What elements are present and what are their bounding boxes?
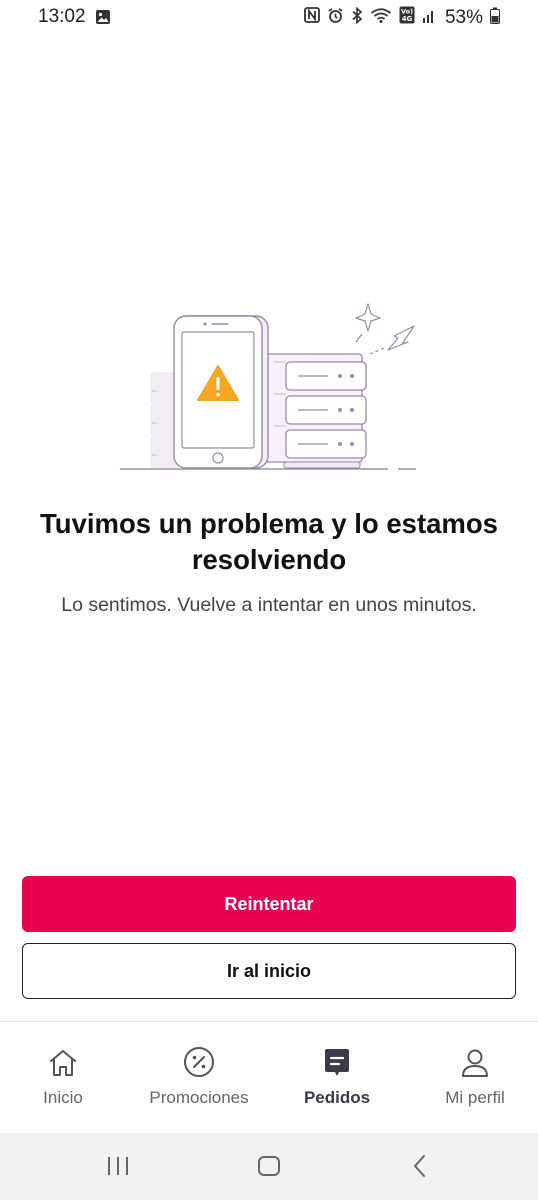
nfc-icon: [304, 7, 320, 28]
go-home-button[interactable]: Ir al inicio: [22, 943, 516, 999]
status-time: 13:02: [38, 6, 86, 27]
error-message: Lo sentimos. Vuelve a intentar en unos m…: [61, 594, 477, 616]
svg-text:4G: 4G: [402, 15, 413, 23]
gallery-icon: [95, 9, 111, 30]
nav-item-inicio[interactable]: Inicio: [0, 1044, 130, 1108]
nav-item-mi-perfil[interactable]: Mi perfil: [408, 1044, 538, 1108]
error-title: Tuvimos un problema y lo estamos resolvi…: [40, 508, 498, 575]
wifi-icon: [370, 7, 392, 29]
nav-item-pedidos[interactable]: Pedidos: [270, 1044, 404, 1108]
home-button-icon[interactable]: [257, 1153, 281, 1184]
error-screen: 13:02 Vo) 4G 53% Tuvimos un problema y l…: [0, 0, 538, 1200]
profile-icon: [461, 1044, 489, 1078]
nav-label-mi-perfil: Mi perfil: [445, 1088, 505, 1107]
bottom-navigation: Inicio Promociones Pedidos Mi perfil: [0, 1021, 538, 1134]
status-icons: Vo) 4G 53%: [304, 6, 500, 29]
retry-button[interactable]: Reintentar: [22, 876, 516, 932]
nav-label-promociones: Promociones: [149, 1088, 249, 1107]
status-bar: 13:02 Vo) 4G 53%: [0, 0, 538, 34]
battery-icon: [490, 7, 500, 29]
signal-icon: [422, 7, 436, 29]
battery-percent: 53%: [444, 6, 483, 28]
orders-icon: [323, 1044, 351, 1078]
alarm-icon: [327, 7, 344, 29]
nav-item-promociones[interactable]: Promociones: [132, 1044, 266, 1108]
bluetooth-icon: [351, 6, 363, 29]
system-navigation-bar: [0, 1133, 538, 1200]
nav-label-inicio: Inicio: [43, 1088, 83, 1107]
nav-label-pedidos: Pedidos: [303, 1088, 371, 1107]
home-icon: [48, 1044, 78, 1078]
back-icon[interactable]: [410, 1153, 430, 1184]
volte-icon: Vo) 4G: [399, 6, 415, 29]
percent-icon: [183, 1044, 215, 1078]
recents-icon[interactable]: [105, 1153, 131, 1184]
phone-server-warning-illustration: [118, 300, 420, 480]
